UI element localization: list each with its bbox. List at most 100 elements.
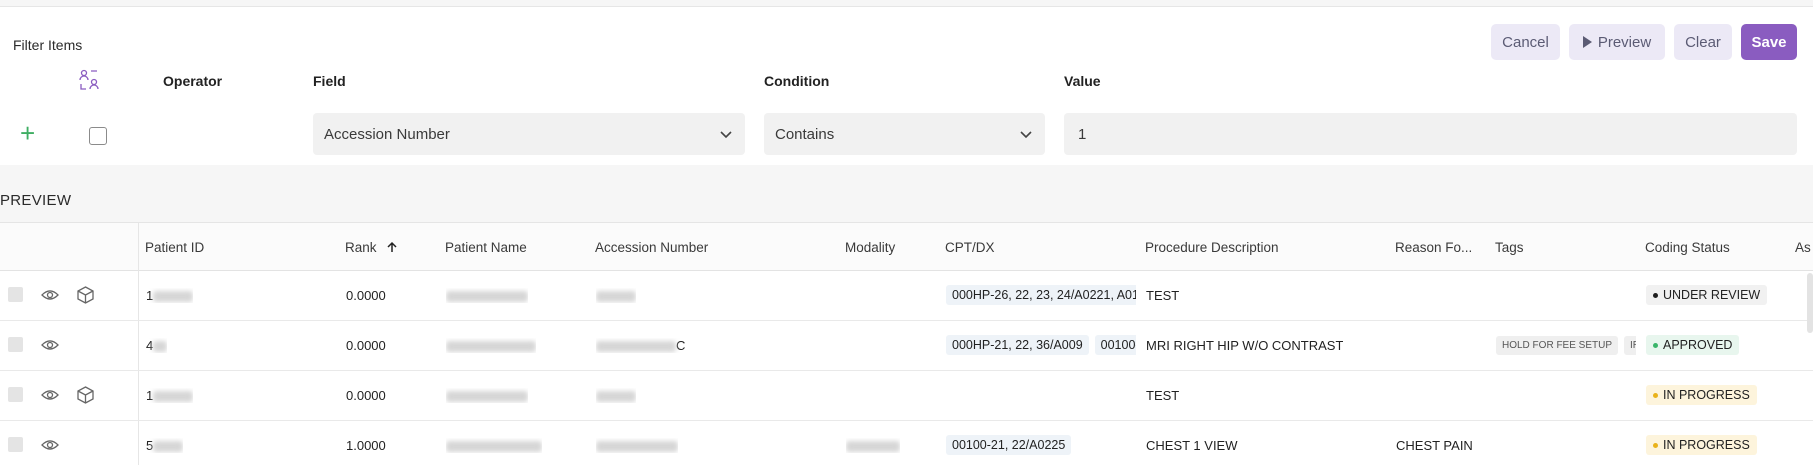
cpt-cell: 00100-21, 22/A0225 [946, 435, 1136, 455]
status-cell: IN PROGRESS [1646, 385, 1757, 405]
patient-id-prefix: 1 [146, 288, 154, 303]
preview-title: PREVIEW [0, 192, 72, 209]
play-icon [1582, 36, 1592, 48]
table-row[interactable]: 1 0.0000 000HP-26, 22, 23, 24/A0221, A01… [0, 271, 1813, 321]
header-reason[interactable]: Reason Fo... [1395, 240, 1472, 255]
accession-suffix: C [676, 338, 686, 353]
eye-icon[interactable] [41, 388, 59, 402]
cpt-cell: 000HP-26, 22, 23, 24/A0221, A0105 [946, 285, 1136, 305]
value-column-label: Value [1064, 73, 1101, 89]
cancel-button[interactable]: Cancel [1491, 24, 1560, 60]
redacted-text [446, 441, 542, 453]
header-cpt-dx[interactable]: CPT/DX [945, 240, 995, 255]
status-cell: APPROVED [1646, 335, 1740, 355]
procedure-cell: CHEST 1 VIEW [1146, 438, 1238, 453]
condition-select-value: Contains [775, 125, 835, 143]
redacted-text [446, 341, 536, 353]
status-cell: IN PROGRESS [1646, 435, 1757, 455]
status-badge: UNDER REVIEW [1646, 285, 1768, 305]
status-dot [1653, 343, 1658, 349]
cpt-chip: 00100-21 [1094, 335, 1136, 355]
row-checkbox[interactable] [8, 287, 23, 302]
row-checkbox[interactable] [8, 387, 23, 402]
status-label: UNDER REVIEW [1663, 288, 1761, 302]
table-row[interactable]: 5 1.0000 00100-21, 22/A0225 CHEST 1 VIEW… [0, 421, 1813, 465]
chevron-down-icon [720, 131, 732, 139]
cpt-chip: 000HP-26, 22, 23, 24/A0221, A0105 [946, 285, 1136, 305]
eye-icon[interactable] [41, 338, 59, 352]
chevron-down-icon [1020, 131, 1032, 139]
header-procedure-description[interactable]: Procedure Description [1145, 240, 1279, 255]
preview-button[interactable]: Preview [1569, 24, 1665, 60]
eye-icon[interactable] [41, 438, 59, 452]
save-button[interactable]: Save [1741, 24, 1797, 60]
filter-title: Filter Items [13, 37, 83, 53]
sort-ascending-icon [387, 241, 397, 252]
group-users-icon[interactable] [78, 69, 100, 91]
status-badge: IN PROGRESS [1646, 435, 1757, 455]
status-cell: UNDER REVIEW [1646, 285, 1768, 305]
accession-cell [596, 388, 636, 403]
header-rank[interactable]: Rank [345, 240, 398, 255]
filter-panel: Filter Items Cancel Preview Clear Save O… [0, 6, 1813, 165]
patient-name-cell [446, 438, 542, 453]
patient-id-prefix: 5 [146, 438, 154, 453]
patient-id-cell: 1 [146, 288, 194, 303]
eye-icon[interactable] [41, 288, 59, 302]
redacted-text [596, 441, 678, 453]
status-badge: APPROVED [1646, 335, 1740, 355]
cpt-cell: 000HP-21, 22, 36/A00900100-21 [946, 335, 1136, 355]
procedure-cell: TEST [1146, 288, 1180, 303]
cube-icon[interactable] [77, 286, 94, 304]
tags-cell: HOLD FOR FEE SETUP IR F [1496, 336, 1636, 355]
rank-cell: 0.0000 [346, 338, 386, 353]
patient-name-cell [446, 388, 528, 403]
field-column-label: Field [313, 73, 346, 89]
condition-column-label: Condition [764, 73, 830, 89]
cpt-chip: 000HP-21, 22, 36/A009 [946, 335, 1089, 355]
status-dot [1653, 293, 1658, 299]
redacted-text [446, 391, 528, 403]
header-accession-number[interactable]: Accession Number [595, 240, 708, 255]
table-header: Patient ID Rank Patient Name Accession N… [0, 223, 1813, 271]
condition-select[interactable]: Contains [764, 113, 1045, 155]
patient-name-cell [446, 288, 528, 303]
cube-icon[interactable] [77, 386, 94, 404]
patient-id-cell: 4 [146, 338, 168, 353]
reason-cell: CHEST PAIN [1396, 438, 1473, 453]
redacted-text [846, 441, 900, 453]
clear-button[interactable]: Clear [1674, 24, 1732, 60]
preview-table: Patient ID Rank Patient Name Accession N… [0, 222, 1813, 465]
value-input[interactable] [1064, 113, 1797, 155]
status-label: IN PROGRESS [1663, 438, 1750, 452]
rank-cell: 0.0000 [346, 288, 386, 303]
status-label: IN PROGRESS [1663, 388, 1750, 402]
status-label: APPROVED [1663, 338, 1733, 352]
cpt-chip: 00100-21, 22/A0225 [946, 435, 1072, 455]
vertical-scrollbar[interactable] [1807, 273, 1813, 333]
header-coding-status[interactable]: Coding Status [1645, 240, 1730, 255]
redacted-text [153, 391, 194, 403]
preview-button-label: Preview [1597, 33, 1652, 51]
header-modality[interactable]: Modality [845, 240, 895, 255]
header-as[interactable]: As [1795, 240, 1811, 255]
table-row[interactable]: 1 0.0000 TEST IN PROGRESS [0, 371, 1813, 421]
filter-row-checkbox[interactable] [89, 127, 107, 145]
field-select[interactable]: Accession Number [313, 113, 745, 155]
status-dot [1653, 393, 1658, 399]
row-checkbox[interactable] [8, 437, 23, 452]
table-row[interactable]: 4 0.0000 C 000HP-21, 22, 36/A00900100-21… [0, 321, 1813, 371]
header-patient-name[interactable]: Patient Name [445, 240, 527, 255]
redacted-text [446, 291, 528, 303]
add-filter-icon[interactable]: + [20, 120, 35, 146]
redacted-text [596, 341, 676, 353]
patient-id-cell: 5 [146, 438, 184, 453]
operator-column-label: Operator [163, 73, 223, 89]
rank-cell: 0.0000 [346, 388, 386, 403]
header-patient-id[interactable]: Patient ID [145, 240, 204, 255]
redacted-text [153, 341, 168, 353]
patient-name-cell [446, 338, 536, 353]
header-tags[interactable]: Tags [1495, 240, 1524, 255]
row-checkbox[interactable] [8, 337, 23, 352]
rank-cell: 1.0000 [346, 438, 386, 453]
